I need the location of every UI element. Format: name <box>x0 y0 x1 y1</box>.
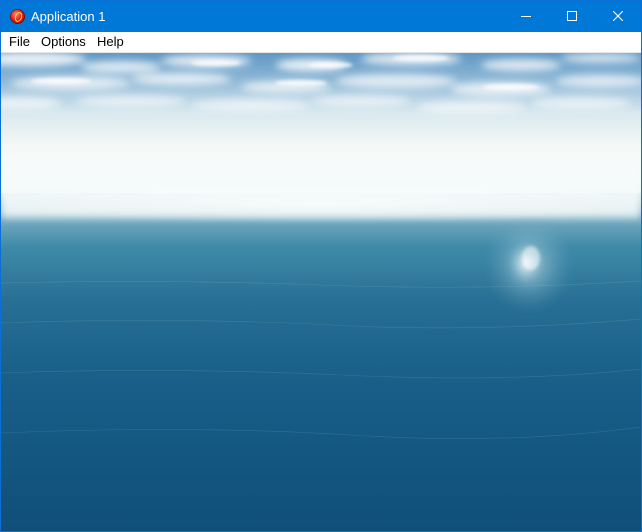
menu-bar: File Options Help <box>1 32 641 53</box>
3d-viewport[interactable] <box>1 53 641 531</box>
close-icon <box>613 11 623 21</box>
title-bar[interactable]: Application 1 <box>1 1 641 32</box>
maximize-button[interactable] <box>549 1 595 32</box>
close-button[interactable] <box>595 1 641 32</box>
app-icon[interactable] <box>10 9 25 24</box>
menu-options[interactable]: Options <box>41 34 86 50</box>
window-title: Application 1 <box>31 9 106 24</box>
minimize-button[interactable] <box>503 1 549 32</box>
menu-help[interactable]: Help <box>97 34 124 50</box>
minimize-icon <box>521 16 531 17</box>
sun-glint <box>483 215 575 315</box>
maximize-icon <box>567 11 577 21</box>
application-window: Application 1 File Options Help <box>0 0 642 532</box>
menu-file[interactable]: File <box>9 34 30 50</box>
ocean-scene <box>1 53 641 531</box>
